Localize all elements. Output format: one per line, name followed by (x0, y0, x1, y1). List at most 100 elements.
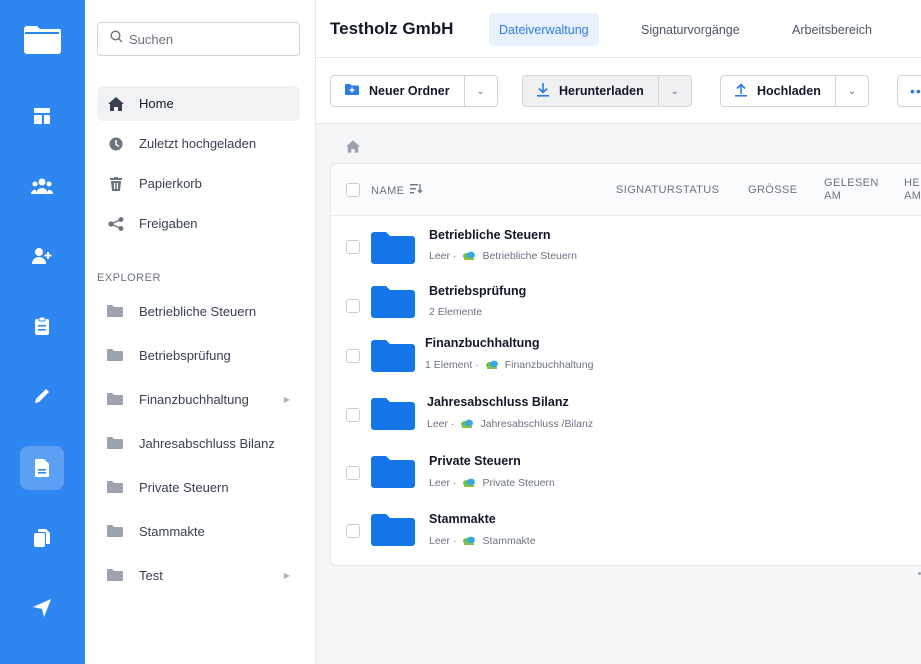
top-header: Testholz GmbH Dateiverwaltung Signaturvo… (316, 0, 921, 58)
explorer-item-finanzbuchhaltung[interactable]: Finanzbuchhaltung ▶ (97, 384, 300, 414)
column-name[interactable]: NAME (371, 184, 423, 198)
table-row[interactable]: Betriebsprüfung 2 Elemente (331, 276, 921, 334)
table-row[interactable]: Betriebliche Steuern Leer · Betriebliche… (331, 218, 921, 276)
sync-cloud-icon (462, 251, 476, 261)
folder-icon (371, 398, 415, 435)
table-row[interactable]: Finanzbuchhaltung 1 Element · Finanzbuch… (331, 332, 921, 390)
row-title[interactable]: Jahresabschluss Bilanz (427, 395, 569, 409)
search-box[interactable] (97, 22, 300, 56)
upload-dropdown[interactable]: ⌄ (834, 76, 868, 106)
tab-dateiverwaltung[interactable]: Dateiverwaltung (489, 13, 599, 46)
row-title[interactable]: Private Steuern (429, 454, 521, 468)
home-icon (107, 96, 125, 111)
row-title[interactable]: Betriebliche Steuern (429, 228, 551, 242)
row-title[interactable]: Finanzbuchhaltung (425, 336, 540, 350)
new-folder-button-group: Neuer Ordner ⌄ (330, 75, 498, 107)
send-icon[interactable] (20, 586, 64, 630)
add-user-icon[interactable] (20, 234, 64, 278)
search-icon (110, 30, 123, 48)
row-checkbox[interactable] (346, 240, 360, 254)
column-signature-status[interactable]: SIGNATURSTATUS (616, 184, 719, 197)
clipboard-icon[interactable] (20, 304, 64, 348)
company-title: Testholz GmbH (330, 19, 454, 38)
row-title[interactable]: Stammakte (429, 512, 496, 526)
nav-item-home[interactable]: Home (97, 86, 300, 121)
explorer-item-label: Test (139, 567, 163, 583)
nav-item-trash[interactable]: Papierkorb (97, 166, 300, 201)
table-row[interactable]: Jahresabschluss Bilanz Leer · Jahresabsc… (331, 390, 921, 448)
breadcrumb-home-icon[interactable] (346, 140, 360, 158)
team-icon[interactable] (20, 164, 64, 208)
folder-icon (107, 305, 125, 317)
more-actions-button[interactable]: •• (897, 75, 921, 107)
expand-caret-icon[interactable]: ▶ (284, 571, 290, 580)
column-read-on-line2: AM (824, 190, 842, 202)
explorer-item-label: Betriebsprüfung (139, 347, 231, 363)
dashboard-icon[interactable] (20, 94, 64, 138)
share-icon (107, 216, 125, 231)
folder-app-icon[interactable] (20, 16, 64, 60)
explorer-item-label: Betriebliche Steuern (139, 303, 257, 319)
row-checkbox[interactable] (346, 299, 360, 313)
explorer-item-jahresabschluss[interactable]: Jahresabschluss Bilanz (97, 428, 300, 458)
folder-icon (371, 514, 415, 551)
row-checkbox[interactable] (346, 466, 360, 480)
folder-icon (371, 286, 415, 323)
copy-icon[interactable] (20, 516, 64, 560)
nav-item-shares[interactable]: Freigaben (97, 206, 300, 241)
upload-icon (735, 82, 747, 100)
explorer-item-betriebliche-steuern[interactable]: Betriebliche Steuern (97, 296, 300, 326)
row-meta-text: Leer · (429, 535, 457, 547)
row-path: Private Steuern (482, 477, 555, 489)
chevron-down-icon: ⌄ (670, 85, 679, 97)
row-checkbox[interactable] (346, 408, 360, 422)
tab-arbeitsbereich[interactable]: Arbeitsbereich (782, 13, 882, 46)
sync-cloud-icon (485, 360, 499, 370)
explorer-item-betriebspruefung[interactable]: Betriebsprüfung (97, 340, 300, 370)
explorer-item-stammakte[interactable]: Stammakte (97, 516, 300, 546)
column-name-label: NAME (371, 184, 405, 197)
new-folder-button[interactable]: Neuer Ordner (331, 76, 464, 106)
row-path: Betriebliche Steuern (482, 250, 577, 262)
row-checkbox[interactable] (346, 524, 360, 538)
download-button-group: Herunterladen ⌄ (522, 75, 692, 107)
column-he[interactable]: HE AM (904, 177, 921, 203)
row-checkbox[interactable] (346, 349, 360, 363)
download-dropdown[interactable]: ⌄ (657, 76, 691, 106)
pen-icon[interactable] (20, 374, 64, 418)
row-path: Finanzbuchhaltung (504, 359, 594, 371)
tab-signaturvorgaenge[interactable]: Signaturvorgänge (631, 13, 750, 46)
expand-caret-icon[interactable]: ▶ (284, 395, 290, 404)
folder-icon (107, 569, 125, 581)
upload-button[interactable]: Hochladen (721, 76, 835, 106)
upload-button-group: Hochladen ⌄ (720, 75, 869, 107)
folder-icon (107, 481, 125, 493)
column-size[interactable]: GRÖSSE (748, 184, 797, 197)
explorer-item-private-steuern[interactable]: Private Steuern (97, 472, 300, 502)
column-read-on-line1: GELESEN (824, 177, 879, 189)
search-input[interactable] (129, 31, 289, 47)
row-path: Stammakte (482, 535, 536, 547)
row-meta-text: Leer · (427, 418, 455, 430)
chevron-down-icon: ⌄ (476, 85, 485, 97)
new-folder-icon (345, 84, 359, 98)
select-all-checkbox[interactable] (346, 183, 360, 197)
row-meta: Leer · Stammakte (429, 535, 536, 547)
document-icon[interactable] (20, 446, 64, 490)
column-read-on[interactable]: GELESEN AM (824, 177, 879, 203)
explorer-item-label: Jahresabschluss Bilanz (139, 435, 275, 451)
new-folder-dropdown[interactable]: ⌄ (463, 76, 497, 106)
chevron-down-icon: ⌄ (847, 85, 857, 97)
explorer-item-label: Private Steuern (139, 479, 229, 495)
nav-item-recent[interactable]: Zuletzt hochgeladen (97, 126, 300, 161)
download-button[interactable]: Herunterladen (523, 76, 658, 106)
sync-cloud-icon (462, 536, 476, 546)
row-meta: Leer · Private Steuern (429, 477, 555, 489)
clock-icon (107, 137, 125, 151)
sort-icon[interactable] (410, 184, 423, 198)
row-title[interactable]: Betriebsprüfung (429, 284, 526, 298)
explorer-item-test[interactable]: Test ▶ (97, 560, 300, 590)
table-row[interactable]: Stammakte Leer · Stammakte (331, 506, 921, 564)
table-row[interactable]: Private Steuern Leer · Private Steuern (331, 448, 921, 506)
folder-icon (107, 393, 125, 405)
